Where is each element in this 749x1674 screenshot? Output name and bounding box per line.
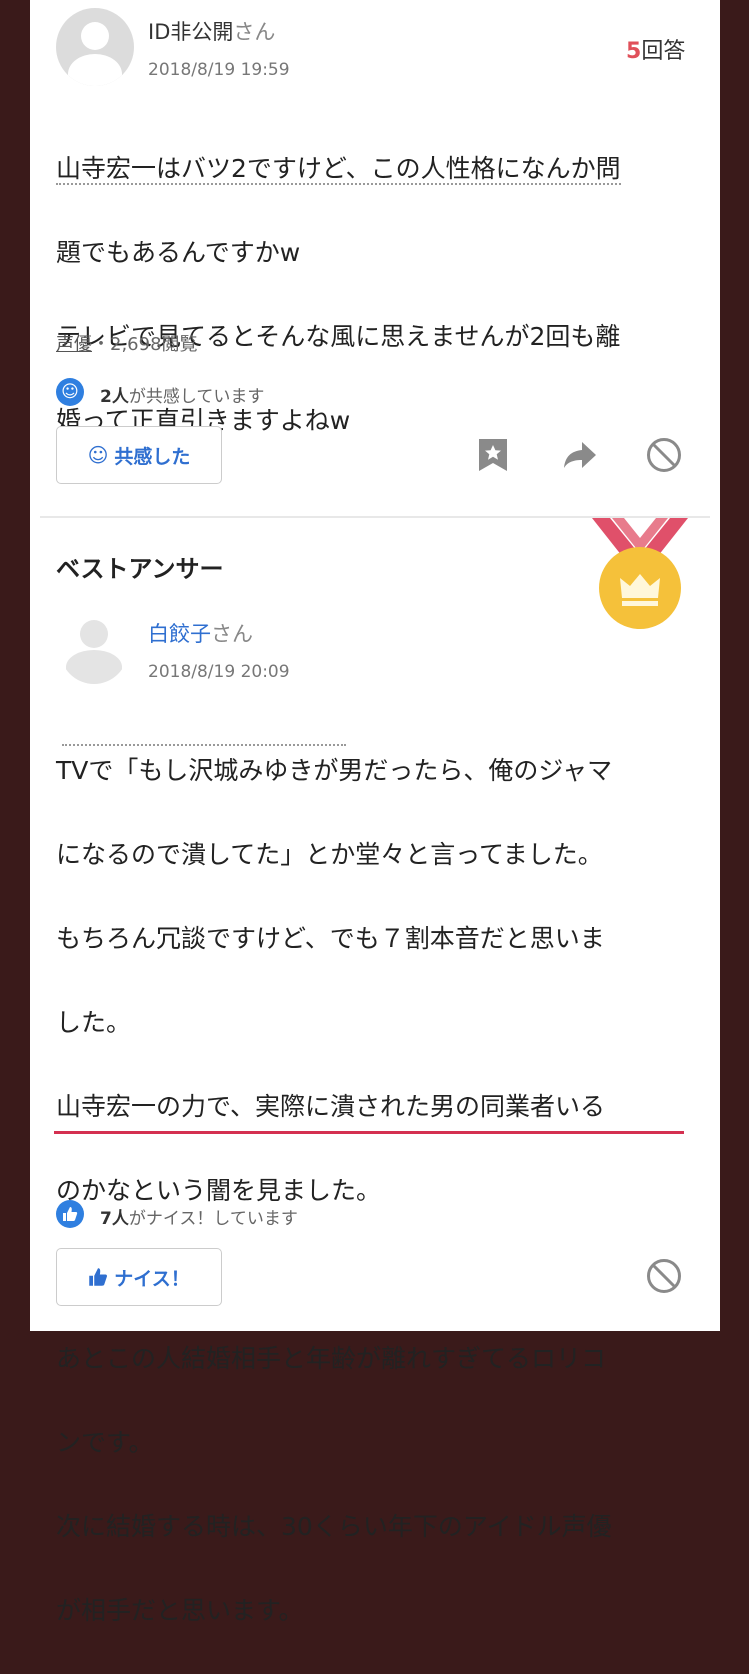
- answer-line-10: 次に結婚する時は、30くらい年下のアイドル声優: [56, 1512, 612, 1541]
- answer-count-number: 5: [626, 39, 642, 64]
- answer-line-11: が相手だと思います。: [56, 1596, 304, 1625]
- question-line-1: 山寺宏一はバツ2ですけど、この人性格になんか問: [56, 154, 621, 185]
- category-link[interactable]: 声優: [56, 334, 92, 355]
- question-line-2: 題でもあるんですかw: [56, 238, 301, 267]
- question-user[interactable]: ID非公開さん: [148, 16, 275, 46]
- empathy-text: が共感しています: [128, 387, 265, 407]
- gold-medal-icon: [592, 518, 688, 629]
- nice-summary: 7人がナイス！しています: [100, 1204, 298, 1229]
- keyword-underline: [62, 744, 346, 746]
- answer-line-1: TVで「もし沢城みゆきが男だったら、俺のジャマ: [56, 750, 716, 792]
- bookmark-icon[interactable]: [476, 437, 510, 473]
- nice-count: 7人: [100, 1209, 129, 1229]
- nice-button[interactable]: ナイス！: [56, 1248, 222, 1306]
- answer-line-2: になるので潰してた」とか堂々と言ってました。: [56, 840, 603, 869]
- block-icon[interactable]: [646, 437, 682, 473]
- qa-page: ID非公開さん 2018/8/19 19:59 5回答 山寺宏一はバツ2ですけど…: [30, 0, 720, 1625]
- thumbs-up-icon: [56, 1200, 84, 1228]
- share-arrow-icon[interactable]: [562, 440, 598, 470]
- answer-user-suffix: さん: [211, 622, 253, 646]
- answer-user-name[interactable]: 白餃子: [148, 622, 211, 646]
- empathy-count: 2人: [100, 387, 129, 407]
- highlight-underline: [54, 1131, 684, 1134]
- answer-line-3: もちろん冗談ですけど、でも７割本音だと思いま: [56, 924, 605, 953]
- answer-count-label: 回答: [641, 39, 686, 64]
- thumbs-up-icon: [89, 1268, 108, 1286]
- empathy-button-label: 共感した: [114, 445, 191, 468]
- question-user-name[interactable]: ID非公開: [148, 20, 233, 44]
- smile-icon: ☺: [56, 378, 84, 406]
- answer-user[interactable]: 白餃子さん: [148, 618, 253, 648]
- empathy-summary: 2人が共感しています: [100, 382, 264, 407]
- view-count: ・2,698閲覧: [92, 334, 198, 355]
- best-answer-title: ベストアンサー: [56, 555, 224, 583]
- question-user-suffix: さん: [233, 20, 276, 44]
- answer-line-8: あとこの人結婚相手と年齢が離れすぎてるロリコ: [56, 1344, 607, 1373]
- question-meta: 声優・2,698閲覧: [56, 330, 198, 356]
- answer-line-5: 山寺宏一の力で、実際に潰された男の同業者いる: [56, 1092, 606, 1121]
- question-avatar[interactable]: [56, 8, 134, 86]
- nice-text: がナイス！しています: [128, 1209, 298, 1229]
- answer-line-1-text: TVで「もし沢城みゆきが男だったら、俺のジャマ: [56, 756, 613, 785]
- question-date: 2018/8/19 19:59: [148, 60, 290, 80]
- empathy-button[interactable]: ☺ 共感した: [56, 426, 222, 484]
- smile-icon: ☺: [87, 443, 109, 467]
- answer-avatar[interactable]: [60, 616, 128, 684]
- answer-line-4: した。: [56, 1008, 132, 1037]
- answer-line-9: ンです。: [56, 1428, 154, 1457]
- answer-date: 2018/8/19 20:09: [148, 662, 290, 682]
- nice-button-label: ナイス！: [114, 1267, 190, 1290]
- block-icon[interactable]: [646, 1258, 682, 1294]
- answer-body: TVで「もし沢城みゆきが男だったら、俺のジャマ になるので潰してた」とか堂々と言…: [56, 708, 716, 1674]
- answer-count[interactable]: 5回答: [626, 33, 685, 65]
